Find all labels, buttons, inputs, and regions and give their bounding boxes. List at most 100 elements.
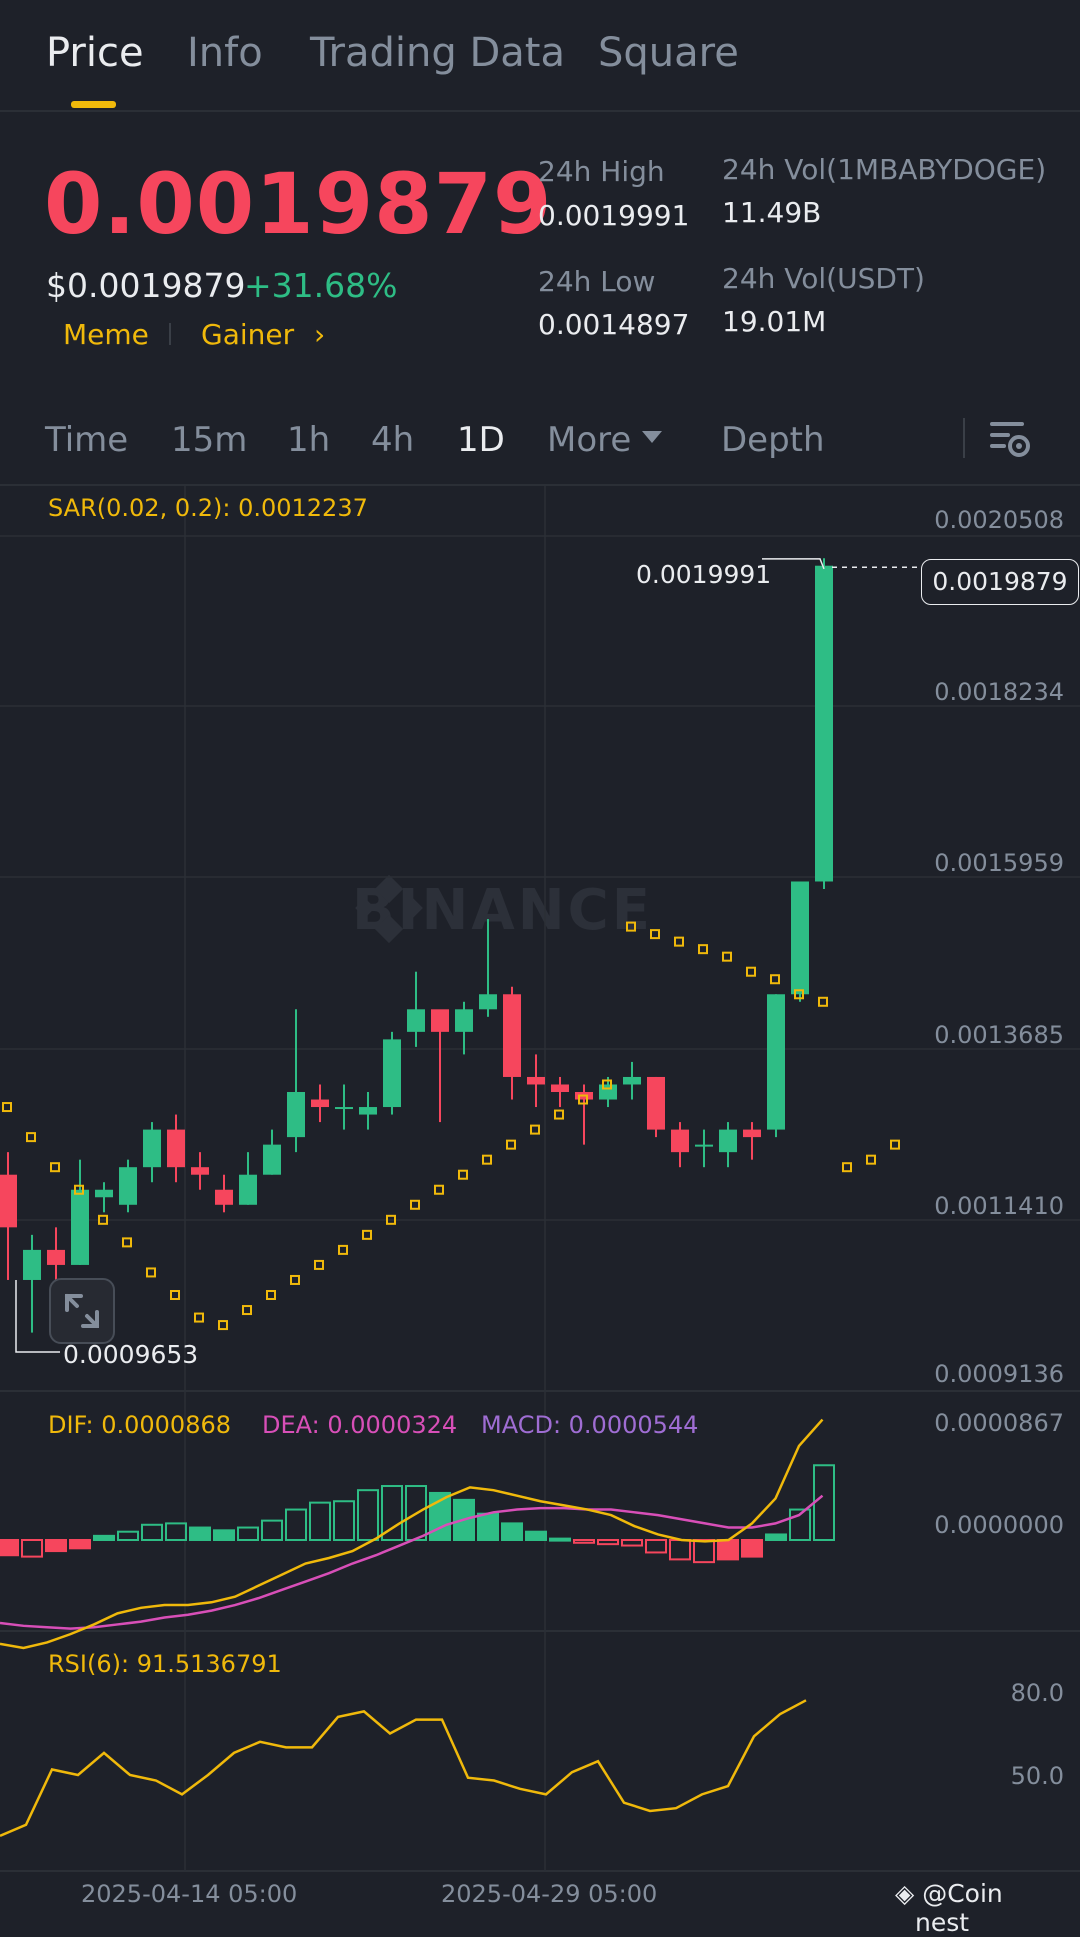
candle-body (551, 1084, 569, 1093)
tf-depth[interactable]: Depth (721, 420, 825, 460)
macd-bar (765, 1533, 787, 1541)
sar-dot (506, 1139, 516, 1150)
sar-dot (458, 1169, 468, 1180)
candle-body (143, 1129, 161, 1168)
price-axis-tick: 0.0015959 (934, 849, 1064, 877)
candle-body (479, 994, 497, 1010)
tf-1h[interactable]: 1h (287, 420, 330, 460)
macd-bar (477, 1512, 499, 1541)
kline-chart[interactable] (0, 486, 1080, 1922)
candle-body (719, 1129, 737, 1153)
tag-divider (169, 323, 171, 345)
tf-more[interactable]: More (547, 420, 631, 460)
caret-down-icon[interactable] (641, 429, 663, 445)
sar-dot (698, 944, 708, 955)
price-axis-tick: 0.0013685 (934, 1021, 1064, 1049)
macd-bar (813, 1464, 835, 1542)
dif-line (0, 1418, 824, 1650)
tf-15m[interactable]: 15m (171, 420, 247, 460)
candle-body (0, 1174, 17, 1228)
chart-settings-icon[interactable] (986, 416, 1032, 462)
candle-body (599, 1084, 617, 1100)
tab-square[interactable]: Square (598, 30, 739, 76)
usd-price: $0.0019879 (46, 266, 246, 305)
macd-bar (501, 1522, 523, 1541)
macd-bar (693, 1539, 715, 1564)
last-price: 0.0019879 (44, 155, 553, 253)
macd-bar (285, 1508, 307, 1541)
sar-dot (722, 951, 732, 962)
low-24h-value: 0.0014897 (538, 308, 690, 341)
active-tab-indicator (71, 101, 116, 108)
macd-bar (741, 1539, 763, 1558)
vol-quote-label: 24h Vol(USDT) (722, 262, 925, 295)
sar-dot (290, 1274, 300, 1285)
candle-body (695, 1144, 713, 1147)
sar-dot (434, 1184, 444, 1195)
macd-bar (45, 1539, 67, 1553)
next-label: nest (915, 1908, 970, 1937)
macd-bar (189, 1526, 211, 1541)
candle-body (95, 1189, 113, 1198)
candle-body (287, 1092, 305, 1138)
sar-dot (890, 1139, 900, 1150)
macd-bar (0, 1539, 19, 1557)
macd-bar (549, 1537, 571, 1542)
sar-dot (746, 966, 756, 977)
price-axis-tick: 0.0009136 (934, 1360, 1064, 1388)
candle-body (239, 1174, 257, 1205)
price-axis-tick: 0.0011410 (934, 1192, 1064, 1220)
tag-gainer[interactable]: Gainer (201, 318, 294, 351)
price-axis-tick: 0.0018234 (934, 678, 1064, 706)
sar-dot (770, 974, 780, 985)
top-tab-bar: Price Info Trading Data Square (0, 0, 1080, 112)
sar-dot (554, 1109, 564, 1120)
candle-body (23, 1249, 41, 1280)
x-axis-date: 2025-04-29 05:00 (441, 1880, 658, 1908)
macd-bar (669, 1539, 691, 1561)
sar-dot (242, 1305, 252, 1316)
macd-label: MACD: 0.0000544 (481, 1411, 699, 1439)
macd-bar (573, 1539, 595, 1544)
candle-body (335, 1107, 353, 1110)
sar-dot (866, 1154, 876, 1165)
rsi-axis-tick: 80.0 (1010, 1679, 1064, 1707)
high-24h-label: 24h High (538, 155, 665, 188)
macd-axis-tick: 0.0000000 (934, 1511, 1064, 1539)
x-axis-date: 2025-04-14 05:00 (81, 1880, 298, 1908)
high-marker-label: 0.0019991 (636, 560, 772, 589)
macd-bar (141, 1523, 163, 1542)
candle-body (383, 1039, 401, 1108)
macd-bar (645, 1539, 667, 1554)
tf-4h[interactable]: 4h (371, 420, 414, 460)
vol-quote-value: 19.01M (722, 305, 827, 338)
candle-body (191, 1167, 209, 1175)
change-percent: +31.68% (244, 266, 398, 305)
tag-meme[interactable]: Meme (63, 318, 149, 351)
candle-body (527, 1076, 545, 1085)
candle-body (815, 565, 833, 882)
candle-body (743, 1129, 761, 1138)
macd-axis-tick: 0.0000867 (934, 1409, 1064, 1437)
expand-chart-button[interactable] (49, 1278, 115, 1344)
candle-body (791, 881, 809, 995)
tf-time[interactable]: Time (45, 420, 128, 460)
rsi-label: RSI(6): 91.5136791 (48, 1650, 282, 1678)
candle-body (119, 1167, 137, 1205)
tab-price[interactable]: Price (46, 30, 144, 76)
sar-dot (170, 1290, 180, 1301)
candle-body (311, 1099, 329, 1108)
macd-bar (213, 1529, 235, 1541)
candle-body (623, 1076, 641, 1085)
tab-trading-data[interactable]: Trading Data (310, 30, 565, 76)
macd-bar (309, 1501, 331, 1542)
candle-body (263, 1144, 281, 1175)
tab-info[interactable]: Info (187, 30, 263, 76)
chevron-right-icon[interactable]: › (314, 318, 325, 351)
tf-1d[interactable]: 1D (457, 420, 505, 460)
rsi-axis-tick: 50.0 (1010, 1762, 1064, 1790)
candle-body (455, 1009, 473, 1032)
sar-dot (530, 1124, 540, 1135)
candle-body (71, 1189, 89, 1265)
toolbar-divider (963, 418, 965, 458)
